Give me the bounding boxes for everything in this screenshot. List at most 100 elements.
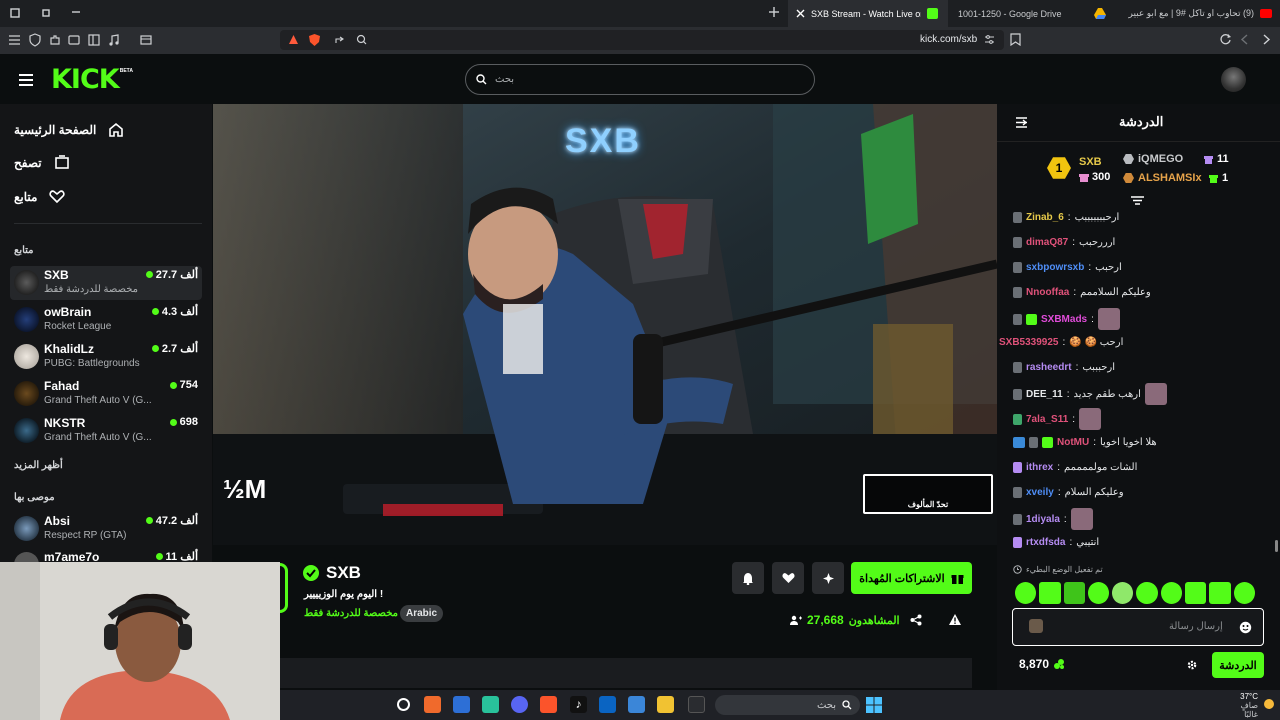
chat-message[interactable]: 7ala_S11:: [1013, 407, 1274, 431]
tab-google-drive[interactable]: 1001-1250 - Google Drive: [950, 0, 1090, 27]
gifter-alshamsix[interactable]: ALSHAMSIx: [1123, 172, 1202, 184]
notification-button[interactable]: [732, 562, 764, 594]
emote-icon[interactable]: [1185, 582, 1207, 604]
channel-item-fahad[interactable]: Fahad Grand Theft Auto V (G... 754: [10, 377, 202, 411]
search-icon[interactable]: [476, 74, 487, 85]
new-tab-icon[interactable]: [768, 6, 780, 18]
sidebar-icon[interactable]: [88, 34, 100, 46]
music-icon[interactable]: [108, 34, 120, 46]
forward-icon[interactable]: [1261, 34, 1271, 45]
shield-icon[interactable]: [29, 33, 41, 47]
lens-icon[interactable]: [356, 34, 367, 45]
square-icon[interactable]: [40, 7, 52, 19]
chat-username[interactable]: DEE_11: [1026, 389, 1063, 400]
follow-button[interactable]: [772, 562, 804, 594]
nav-following[interactable]: متابع: [14, 189, 66, 204]
stream-category-link[interactable]: مخصصة للدردشة فقط: [304, 608, 398, 619]
emote-icon[interactable]: [1160, 582, 1183, 604]
collapse-chat-icon[interactable]: [1015, 117, 1028, 128]
app-icon-recorder[interactable]: [424, 696, 441, 713]
chat-scrollbar[interactable]: [1275, 540, 1278, 552]
tiktok-icon[interactable]: ♪: [570, 696, 587, 713]
language-tag[interactable]: Arabic: [400, 605, 444, 622]
chat-username[interactable]: Nnooffaa: [1026, 287, 1069, 298]
restore-icon[interactable]: [9, 7, 21, 19]
file-explorer-icon[interactable]: [657, 696, 674, 713]
chat-settings-icon[interactable]: [1186, 659, 1198, 671]
channel-item-absi[interactable]: Absi Respect RP (GTA) 47.2 ألف: [10, 512, 202, 546]
search-bar[interactable]: بحث: [465, 64, 815, 95]
app-icon-photos[interactable]: [453, 696, 470, 713]
channel-item-nkstr[interactable]: NKSTR Grand Theft Auto V (G... 698: [10, 414, 202, 448]
chat-username[interactable]: rasheedrt: [1026, 362, 1072, 373]
chat-message[interactable]: NotMU: هلا اخويا اخويا: [1013, 432, 1274, 452]
chat-message[interactable]: SXB5339925: ارحب 🍪 🍪: [999, 332, 1274, 352]
search-app-icon[interactable]: [396, 697, 411, 712]
chat-message[interactable]: SXBMads:: [1013, 307, 1274, 331]
emote-icon[interactable]: [1112, 582, 1134, 604]
chat-username[interactable]: ithrex: [1026, 462, 1053, 473]
kick-logo[interactable]: KICK BETA: [51, 64, 133, 95]
chat-username[interactable]: 7ala_S11: [1026, 414, 1068, 425]
share-page-icon[interactable]: [334, 34, 345, 45]
emote-icon[interactable]: [1063, 582, 1085, 604]
channel-item-owbrain[interactable]: owBrain Rocket League 4.3 ألف: [10, 303, 202, 337]
chat-message[interactable]: dimaQ87: ارررحبب: [1013, 232, 1274, 252]
emote-icon[interactable]: [1039, 582, 1061, 604]
site-settings-icon[interactable]: [984, 34, 995, 45]
chat-message[interactable]: xveily: وعليكم السلام: [1013, 482, 1274, 502]
chat-username[interactable]: SXBMads: [1041, 314, 1087, 325]
address-bar[interactable]: kick.com/sxb: [280, 30, 1004, 50]
channel-name-heading[interactable]: SXB: [326, 563, 361, 583]
channel-item-khalidlz[interactable]: KhalidLz PUBG: Battlegrounds 2.7 ألف: [10, 340, 202, 374]
chat-username[interactable]: xveily: [1026, 487, 1054, 498]
reload-icon[interactable]: [1219, 33, 1232, 46]
clip-button[interactable]: [812, 562, 844, 594]
chat-message[interactable]: Zinab_6: ارحبببببببب: [1013, 207, 1274, 227]
chat-message[interactable]: rtxdfsda: انتيبي: [1013, 532, 1274, 552]
nav-home[interactable]: الصفحة الرئيسية: [14, 122, 124, 137]
video-player[interactable]: SXB ½M تحدّ المألوف: [213, 104, 997, 545]
rewards-icon[interactable]: [288, 34, 299, 45]
emote-icon[interactable]: [1087, 582, 1110, 604]
windows-start-icon[interactable]: [866, 697, 882, 713]
weather-widget[interactable]: 37°C صافٍ غالبًا: [1228, 692, 1258, 719]
chat-input[interactable]: إرسال رسالة: [1012, 608, 1264, 646]
show-more-link[interactable]: أظهر المزيد: [14, 460, 63, 471]
bookmark-icon[interactable]: [1010, 33, 1021, 46]
expand-leaderboard-icon[interactable]: [1130, 196, 1145, 207]
chat-message[interactable]: 1diyala:: [1013, 507, 1274, 531]
channel-points[interactable]: 8,870: [1019, 657, 1065, 671]
send-chat-button[interactable]: الدردشة: [1212, 652, 1264, 678]
emote-icon[interactable]: [1233, 582, 1255, 604]
chat-username[interactable]: Zinab_6: [1026, 212, 1064, 223]
outlook-icon[interactable]: [599, 696, 616, 713]
app-icon-android[interactable]: [482, 696, 499, 713]
store-icon[interactable]: [628, 696, 645, 713]
chat-username[interactable]: 1diyala: [1026, 514, 1060, 525]
chat-username[interactable]: NotMU: [1057, 437, 1089, 448]
report-icon[interactable]: [948, 613, 962, 626]
url-text[interactable]: kick.com/sxb: [920, 34, 977, 45]
share-icon[interactable]: [910, 614, 922, 626]
chat-message[interactable]: sxbpowrsxb: ارحبب: [1013, 257, 1274, 277]
user-avatar[interactable]: [1221, 67, 1246, 92]
chat-message[interactable]: DEE_11: ارهب طقم جديد: [1013, 382, 1274, 406]
terminal-icon[interactable]: [688, 696, 705, 713]
emote-icon[interactable]: [1136, 582, 1158, 604]
emote-icon[interactable]: [1209, 582, 1231, 604]
menu-icon[interactable]: [8, 34, 21, 46]
tab-sxb-stream[interactable]: SXB Stream - Watch Live on Kick: [788, 0, 948, 27]
chat-message[interactable]: Nnooffaa: وعليكم السلاممم: [1013, 282, 1274, 302]
emote-icon[interactable]: [1015, 582, 1037, 604]
brave-browser-icon[interactable]: [540, 696, 557, 713]
tab-youtube[interactable]: (9) تحاوب او تاكل #9 | مع ابو عبير: [1110, 0, 1280, 27]
wallet-icon[interactable]: [68, 34, 80, 46]
puzzle-icon[interactable]: [49, 34, 61, 46]
chat-username[interactable]: dimaQ87: [1026, 237, 1068, 248]
nav-browse[interactable]: تصفح: [14, 155, 70, 170]
taskbar-search[interactable]: بحث: [715, 695, 860, 715]
discord-icon[interactable]: [511, 696, 528, 713]
minimize-icon[interactable]: [70, 6, 82, 18]
chat-message[interactable]: rasheedrt: ارحبببب: [1013, 357, 1274, 377]
